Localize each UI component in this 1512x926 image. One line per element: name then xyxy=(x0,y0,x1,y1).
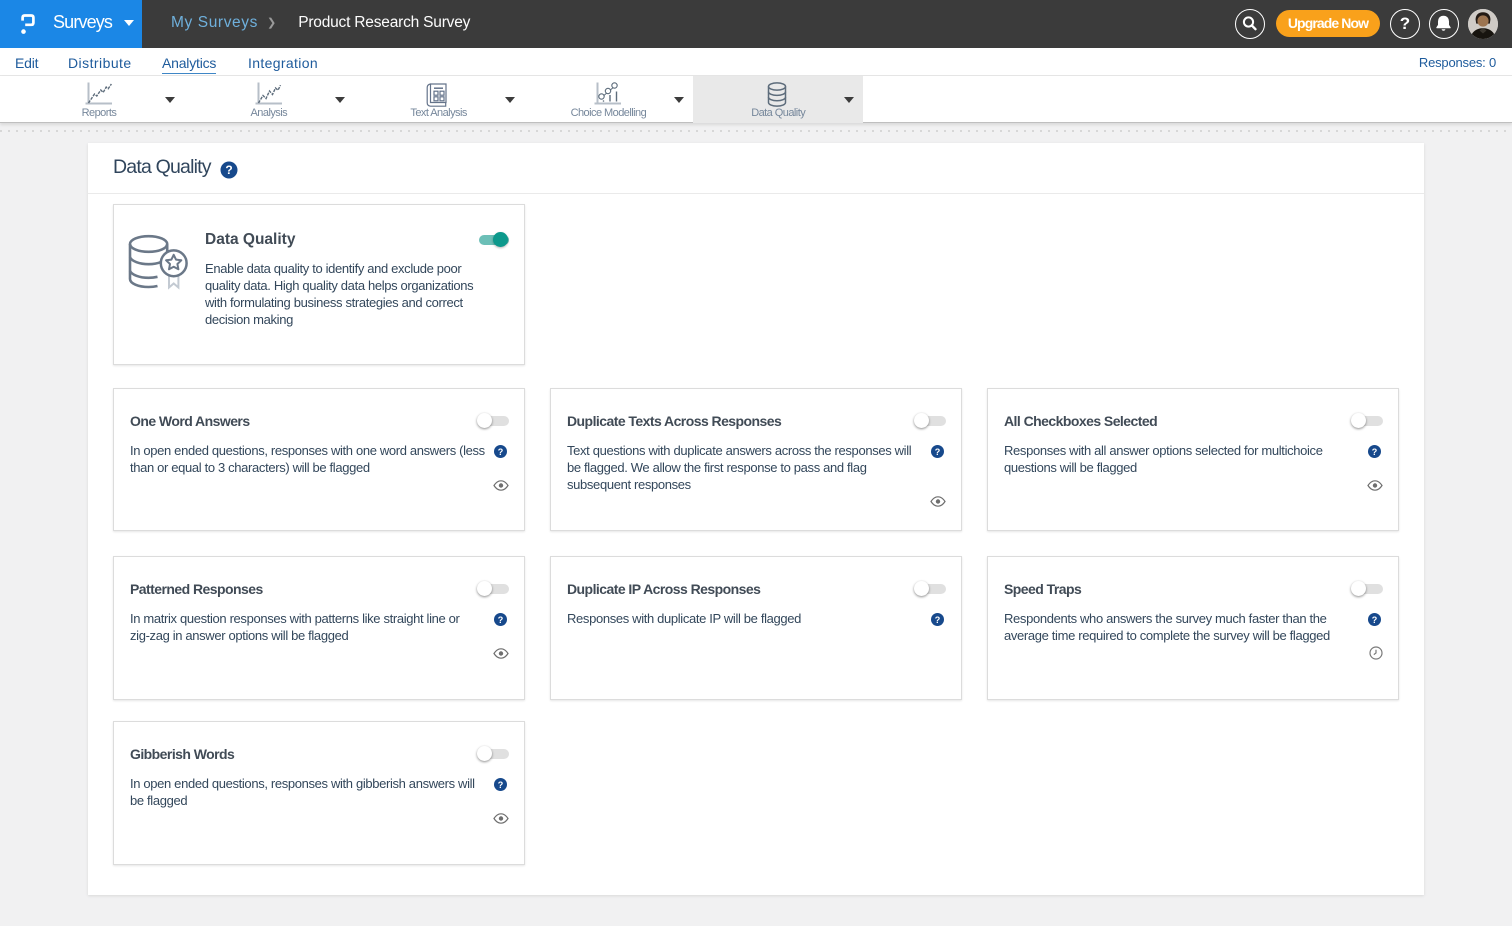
svg-text:?: ? xyxy=(497,446,503,456)
svg-text:?: ? xyxy=(497,614,503,624)
svg-text:?: ? xyxy=(1371,614,1377,624)
svg-text:?: ? xyxy=(1371,446,1377,456)
svg-text:?: ? xyxy=(934,446,940,456)
svg-text:?: ? xyxy=(934,614,940,624)
svg-text:?: ? xyxy=(497,779,503,789)
svg-text:?: ? xyxy=(225,163,232,177)
